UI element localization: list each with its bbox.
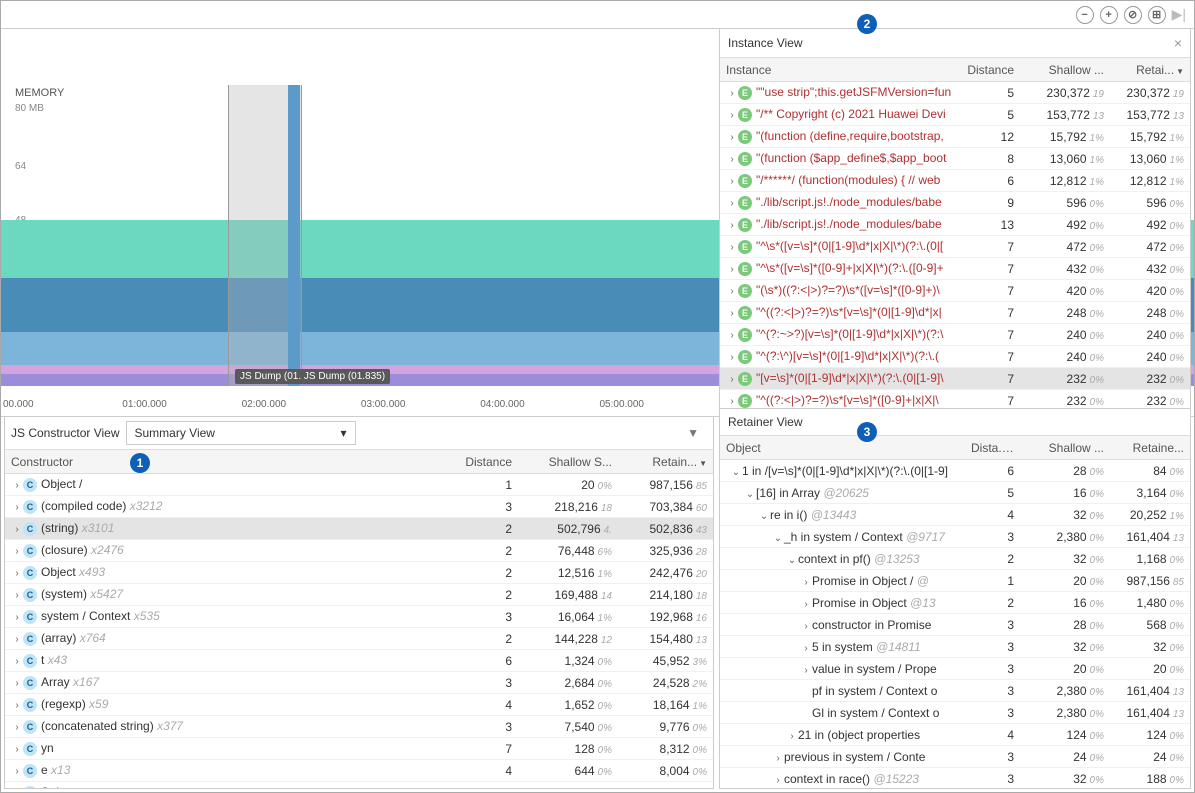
instance-row[interactable]: ›E""use strip";this.getJSFMVersion=fun52… (720, 82, 1190, 104)
retainer-row[interactable]: ›5 in system @148113320%320% (720, 636, 1190, 658)
constructor-view-header: JS Constructor View Summary View ▾ ▼ (5, 417, 713, 450)
constructor-row[interactable]: ›CObject / 1200%987,15685 (5, 474, 713, 496)
col-shallow[interactable]: Shallow S... (518, 455, 618, 469)
constructor-row[interactable]: ›C(compiled code) x32123218,21618703,384… (5, 496, 713, 518)
col-constructor[interactable]: Constructor (5, 455, 448, 469)
close-icon[interactable]: × (1174, 35, 1182, 51)
instance-row[interactable]: ›E"^((?:<|>)?=?)\s*[v=\s]*([0-9]+|x|X|\7… (720, 390, 1190, 408)
x-tick: 03:00.000 (359, 399, 478, 410)
retainer-view-title: Retainer View (728, 415, 802, 429)
constructor-row[interactable]: ›Csystem / Context x535316,0641%192,9681… (5, 606, 713, 628)
annotation-badge-3: 3 (857, 422, 877, 442)
constructor-row[interactable]: ›Cyn 71280%8,3120% (5, 738, 713, 760)
constructor-row[interactable]: ›C(regexp) x5941,6520%18,1641% (5, 694, 713, 716)
constructor-row[interactable]: ›Ct x4361,3240%45,9523% (5, 650, 713, 672)
retainer-row[interactable]: ›21 in (object properties41240%1240% (720, 724, 1190, 746)
instance-view: Instance View × Instance Distance Shallo… (720, 29, 1190, 408)
constructor-row[interactable]: ›CArray x16732,6840%24,5282% (5, 672, 713, 694)
snapshot-marker (288, 85, 300, 386)
constructor-row[interactable]: ›C(string) x31012502,7964.502,83643 (5, 518, 713, 540)
col-distance[interactable]: Distance (960, 63, 1020, 77)
view-select-value: Summary View (135, 426, 215, 440)
dump-label: JS Dump (01. JS Dump (01.835) (235, 369, 390, 384)
top-toolbar: − + ⊘ ⊞ ▶| (1, 1, 1194, 29)
col-shallow[interactable]: Shallow ... (1020, 63, 1110, 77)
constructor-row[interactable]: ›Ce x1346440%8,0040% (5, 760, 713, 782)
instance-row[interactable]: ›E"./lib/script.js!./node_modules/babe95… (720, 192, 1190, 214)
retainer-row[interactable]: ⌄context in pf() @132532320%1,1680% (720, 548, 1190, 570)
col-retain[interactable]: Retai...▼ (1110, 63, 1190, 77)
sort-indicator-icon: ▼ (1176, 67, 1184, 76)
reset-icon[interactable]: ⊞ (1148, 6, 1166, 24)
instance-row[interactable]: ›E"^\s*([v=\s]*([0-9]+|x|X|\*)(?:\.([0-9… (720, 258, 1190, 280)
right-panels: Instance View × Instance Distance Shallo… (719, 28, 1191, 789)
instance-row[interactable]: ›E"(function ($app_define$,$app_boot813,… (720, 148, 1190, 170)
constructor-row[interactable]: ›CString 3160%7,4320% (5, 782, 713, 788)
x-tick: 00.000 (1, 399, 120, 410)
retainer-row[interactable]: ⌄1 in /[v=\s]*(0|[1-9]\d*|x|X|\*)(?:\.(0… (720, 460, 1190, 482)
col-shallow[interactable]: Shallow ... (1020, 441, 1110, 455)
retainer-row[interactable]: ›constructor in Promise3280%5680% (720, 614, 1190, 636)
retainer-row[interactable]: ⌄[16] in Array @206255160%3,1640% (720, 482, 1190, 504)
retainer-row[interactable]: pf in system / Context o32,3800%161,4041… (720, 680, 1190, 702)
zoom-out-icon[interactable]: − (1076, 6, 1094, 24)
instance-view-title: Instance View (728, 36, 803, 50)
instance-row[interactable]: ›E"/******/ (function(modules) { // web6… (720, 170, 1190, 192)
instance-row[interactable]: ›E"^(?:\^)[v=\s]*(0|[1-9]\d*|x|X|\*)(?:\… (720, 346, 1190, 368)
view-select[interactable]: Summary View ▾ (126, 421, 356, 445)
x-tick: 04:00.000 (478, 399, 597, 410)
retainer-row[interactable]: ⌄re in i() @134434320%20,2521% (720, 504, 1190, 526)
constructor-row[interactable]: ›C(closure) x2476276,4486%325,93628 (5, 540, 713, 562)
retainer-row[interactable]: ›Promise in Object / @1200%987,15685 (720, 570, 1190, 592)
zoom-fit-icon[interactable]: ⊘ (1124, 6, 1142, 24)
col-distance[interactable]: Distance (448, 455, 518, 469)
instance-row[interactable]: ›E"./lib/script.js!./node_modules/babe13… (720, 214, 1190, 236)
instance-row[interactable]: ›E"^(?:~>?)[v=\s]*(0|[1-9]\d*|x|X|\*)(?:… (720, 324, 1190, 346)
annotation-badge-2: 2 (857, 14, 877, 34)
constructor-table-head: Constructor Distance Shallow S... Retain… (5, 450, 713, 474)
instance-row[interactable]: ›E"^\s*([v=\s]*(0|[1-9]\d*|x|X|\*)(?:\.(… (720, 236, 1190, 258)
col-retain[interactable]: Retaine... (1110, 441, 1190, 455)
constructor-row[interactable]: ›C(system) x54272169,48814214,18018 (5, 584, 713, 606)
retainer-row[interactable]: ›context in race() @152233320%1880% (720, 768, 1190, 788)
instance-row[interactable]: ›E"/** Copyright (c) 2021 Huawei Devi515… (720, 104, 1190, 126)
x-tick: 05:00.000 (597, 399, 716, 410)
filter-icon[interactable]: ▼ (679, 426, 707, 440)
retainer-row[interactable]: ⌄_h in system / Context @971732,3800%161… (720, 526, 1190, 548)
instance-row[interactable]: ›E"(function (define,require,bootstrap,1… (720, 126, 1190, 148)
play-icon[interactable]: ▶| (1172, 6, 1186, 23)
retainer-row[interactable]: ›previous in system / Conte3240%240% (720, 746, 1190, 768)
retainer-row[interactable]: ›value in system / Prope3200%200% (720, 658, 1190, 680)
constructor-view: JS Constructor View Summary View ▾ ▼ Con… (4, 416, 714, 789)
annotation-badge-1: 1 (130, 453, 150, 473)
sort-indicator-icon: ▼ (699, 459, 707, 468)
constructor-row[interactable]: ›CObject x493212,5161%242,47620 (5, 562, 713, 584)
col-instance[interactable]: Instance (720, 63, 960, 77)
x-tick: 02:00.000 (240, 399, 359, 410)
instance-row[interactable]: ›E"[v=\s]*(0|[1-9]\d*|x|X|\*)(?:\.(0|[1-… (720, 368, 1190, 390)
col-distance[interactable]: Dista...▲ (965, 441, 1020, 455)
constructor-view-label: JS Constructor View (11, 426, 120, 440)
retainer-row[interactable]: Gl in system / Context o32,3800%161,4041… (720, 702, 1190, 724)
instance-row[interactable]: ›E"(\s*)((?:<|>)?=?)\s*([v=\s]*([0-9]+)\… (720, 280, 1190, 302)
col-retain[interactable]: Retain...▼ (618, 455, 713, 469)
col-object[interactable]: Object (720, 441, 965, 455)
retainer-row[interactable]: ›Promise in Object @132160%1,4800% (720, 592, 1190, 614)
x-tick: 01:00.000 (120, 399, 239, 410)
constructor-row[interactable]: ›C(concatenated string) x37737,5400%9,77… (5, 716, 713, 738)
instance-row[interactable]: ›E"^((?:<|>)?=?)\s*[v=\s]*(0|[1-9]\d*|x|… (720, 302, 1190, 324)
zoom-in-icon[interactable]: + (1100, 6, 1118, 24)
constructor-row[interactable]: ›C(array) x7642144,22812154,48013 (5, 628, 713, 650)
retainer-view: Retainer View Object Dista...▲ Shallow .… (720, 408, 1190, 788)
chevron-down-icon: ▾ (340, 426, 346, 440)
